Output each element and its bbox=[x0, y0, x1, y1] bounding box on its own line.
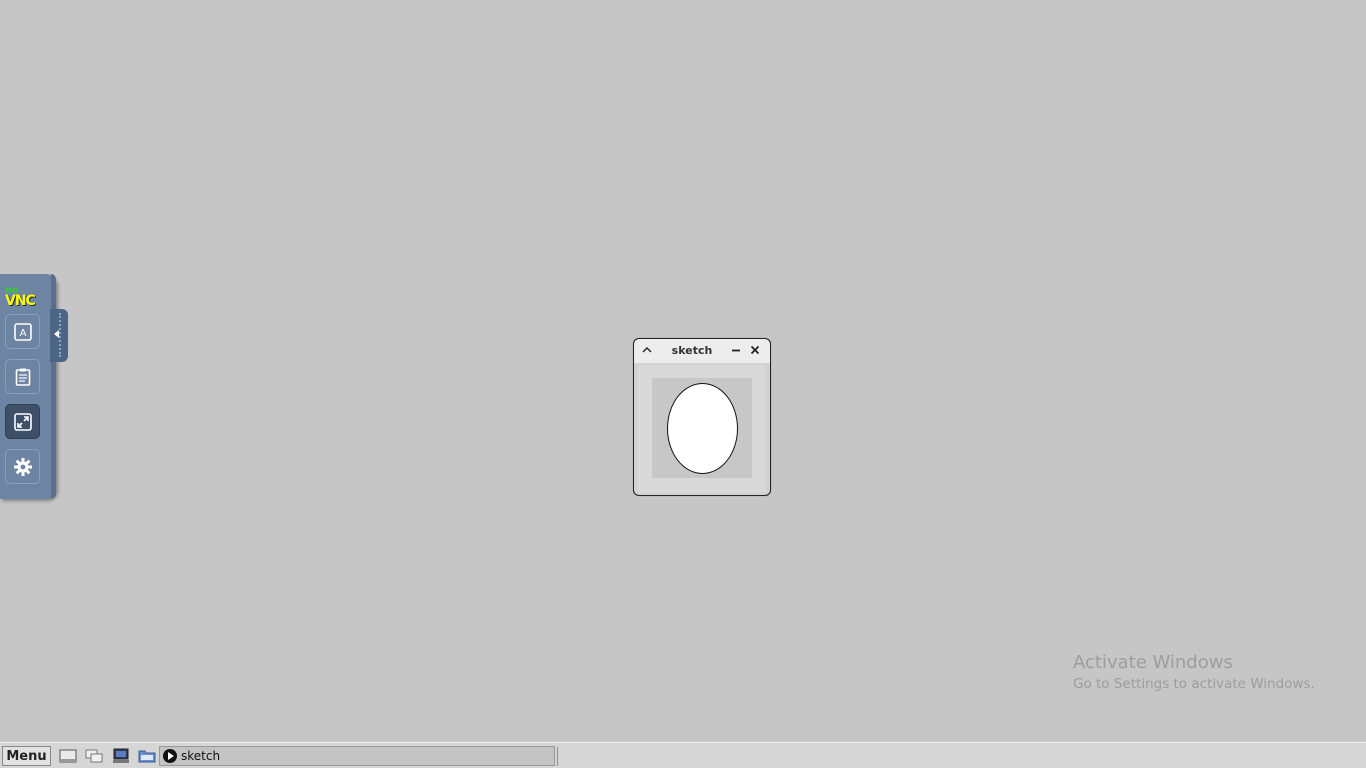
watermark-subtitle: Go to Settings to activate Windows. bbox=[1073, 676, 1315, 692]
file-manager-icon[interactable] bbox=[138, 748, 156, 764]
keyboard-icon: A bbox=[13, 322, 32, 341]
taskbar: Menu sketch bbox=[0, 742, 1366, 768]
settings-button[interactable] bbox=[5, 449, 40, 484]
sketch-window: sketch bbox=[633, 338, 771, 496]
collapse-arrow-icon bbox=[54, 330, 59, 338]
window-switcher-icon[interactable] bbox=[85, 748, 103, 764]
task-label: sketch bbox=[181, 749, 221, 763]
svg-text:A: A bbox=[19, 328, 26, 339]
ellipse-shape bbox=[667, 383, 738, 474]
sketch-canvas[interactable] bbox=[652, 378, 752, 478]
terminal-icon[interactable] bbox=[112, 748, 130, 764]
taskbar-task-sketch[interactable]: sketch bbox=[159, 746, 555, 766]
novnc-bar-toggle-handle[interactable] bbox=[50, 309, 68, 362]
clipboard-button[interactable] bbox=[5, 359, 40, 394]
close-button[interactable] bbox=[748, 343, 762, 357]
keyboard-button[interactable]: A bbox=[5, 314, 40, 349]
window-content bbox=[638, 365, 766, 492]
fullscreen-icon bbox=[13, 412, 32, 431]
novnc-logo-vnc: VNC bbox=[5, 293, 36, 309]
minimize-button[interactable] bbox=[729, 343, 743, 357]
watermark-title: Activate Windows bbox=[1073, 652, 1233, 673]
taskbar-separator bbox=[557, 747, 558, 766]
app-icon bbox=[163, 749, 177, 763]
close-icon bbox=[750, 345, 760, 355]
clipboard-icon bbox=[15, 368, 30, 386]
activate-windows-watermark: Activate Windows Go to Settings to activ… bbox=[1073, 652, 1315, 692]
show-desktop-icon[interactable] bbox=[59, 748, 77, 764]
handle-grip bbox=[59, 313, 61, 357]
minimize-icon bbox=[732, 349, 740, 352]
window-titlebar[interactable]: sketch bbox=[634, 339, 770, 363]
fullscreen-button[interactable] bbox=[5, 404, 40, 439]
settings-gear-icon bbox=[13, 457, 32, 476]
start-menu-button[interactable]: Menu bbox=[2, 746, 51, 766]
novnc-logo: no VNC bbox=[5, 286, 45, 309]
novnc-control-bar: no VNC A bbox=[0, 274, 56, 499]
